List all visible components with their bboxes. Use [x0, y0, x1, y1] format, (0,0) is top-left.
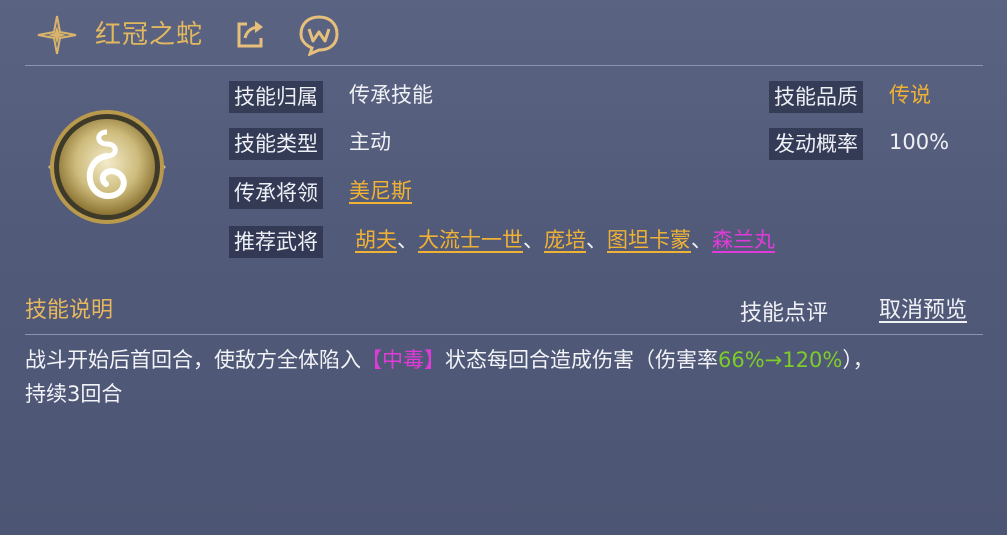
- status-poison: 【中毒】: [361, 348, 445, 372]
- desc-section-title: 技能说明: [25, 298, 114, 323]
- recommend-general-link[interactable]: 胡夫: [355, 228, 397, 252]
- header-divider: [25, 65, 983, 66]
- type-value: 主动: [349, 130, 391, 154]
- recommend-general-link[interactable]: 森兰丸: [712, 228, 775, 252]
- section-divider: [25, 334, 983, 335]
- recommend-label: 推荐武将: [229, 226, 323, 258]
- damage-rate: 66%→120%: [718, 348, 843, 372]
- recommend-list: 胡夫、大流士一世、庞培、图坦卡蒙、森兰丸: [355, 224, 775, 256]
- quality-label: 技能品质: [769, 81, 863, 113]
- separator: 、: [691, 228, 712, 252]
- skill-emblem-icon: [48, 110, 166, 224]
- recommend-general-link[interactable]: 庞培: [544, 228, 586, 252]
- separator: 、: [397, 228, 418, 252]
- separator: 、: [586, 228, 607, 252]
- chance-value: 100%: [889, 130, 950, 154]
- separator: 、: [523, 228, 544, 252]
- belong-label: 技能归属: [229, 81, 323, 113]
- quality-value: 传说: [889, 83, 931, 107]
- w-badge-icon[interactable]: [298, 14, 340, 56]
- type-label: 技能类型: [229, 128, 323, 160]
- recommend-general-link[interactable]: 图坦卡蒙: [607, 228, 691, 252]
- skill-title: 红冠之蛇: [95, 20, 204, 50]
- general-label: 传承将领: [229, 177, 323, 209]
- skill-description: 战斗开始后首回合，使敌方全体陷入【中毒】状态每回合造成伤害（伤害率66%→120…: [25, 348, 874, 406]
- review-button[interactable]: 技能点评: [740, 295, 828, 327]
- belong-value: 传承技能: [349, 83, 433, 107]
- general-value-link[interactable]: 美尼斯: [349, 175, 412, 207]
- chance-label: 发动概率: [769, 128, 863, 160]
- sparkle-star-icon: [37, 15, 77, 55]
- share-icon[interactable]: [233, 16, 269, 52]
- cancel-preview-button[interactable]: 取消预览: [879, 292, 967, 324]
- recommend-general-link[interactable]: 大流士一世: [418, 228, 523, 252]
